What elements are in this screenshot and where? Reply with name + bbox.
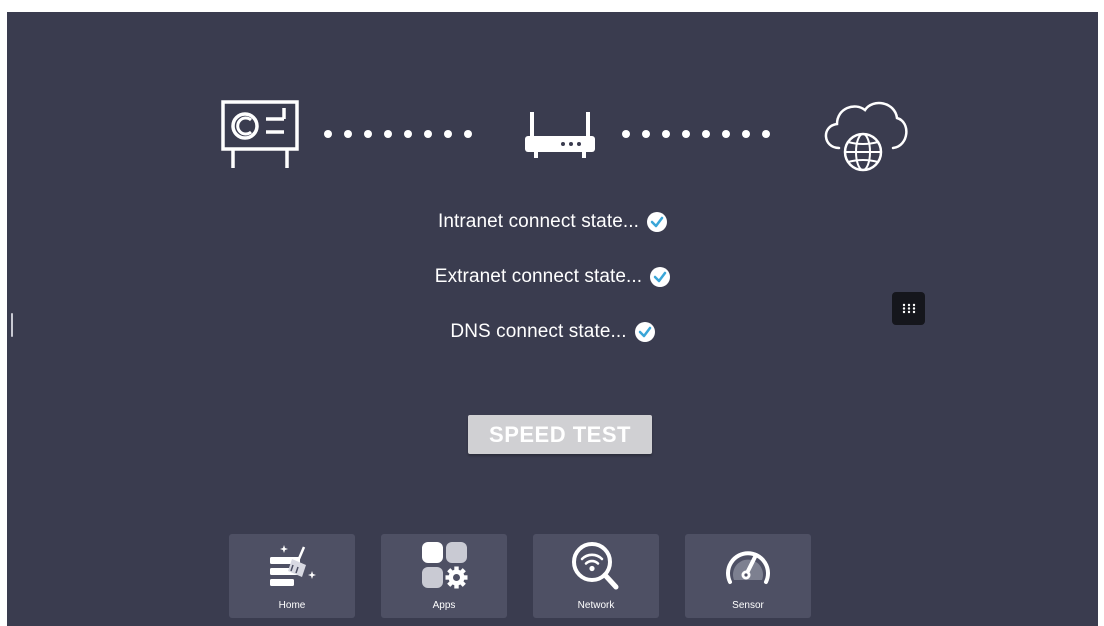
apps-gear-icon <box>422 542 468 589</box>
dot-grid-icon <box>902 303 915 314</box>
extranet-state-row: Extranet connect state... <box>7 265 1098 289</box>
router-icon <box>525 112 595 158</box>
network-diagnostic-screen: Intranet connect state... Extranet conne… <box>7 12 1098 626</box>
dock-label-sensor: Sensor <box>732 600 764 611</box>
floating-keypad-button[interactable] <box>892 292 925 325</box>
dock-item-home[interactable]: Home <box>229 534 355 618</box>
display-panel-icon <box>221 100 299 168</box>
dns-state-row: DNS connect state... <box>7 320 1098 344</box>
dock-label-network: Network <box>577 600 615 611</box>
check-circle-icon <box>650 267 671 287</box>
check-circle-icon <box>647 212 668 232</box>
connection-state-list: Intranet connect state... Extranet conne… <box>7 210 1098 375</box>
extranet-state-label: Extranet connect state... <box>434 266 643 287</box>
speed-test-button[interactable]: SPEED TEST <box>468 415 652 454</box>
dock-label-home: Home <box>278 600 306 611</box>
speedometer-icon <box>726 551 770 584</box>
dock-item-sensor[interactable]: Sensor <box>685 534 811 618</box>
intranet-state-label: Intranet connect state... <box>437 211 640 232</box>
dns-state-label: DNS connect state... <box>450 321 627 342</box>
intranet-state-row: Intranet connect state... <box>7 210 1098 234</box>
network-topology <box>7 12 1098 212</box>
connection-dots-left <box>324 130 472 138</box>
dock-item-network[interactable]: Network <box>533 534 659 618</box>
cleanup-broom-icon <box>270 545 316 586</box>
check-circle-icon <box>634 322 655 342</box>
dock-label-apps: Apps <box>432 600 456 611</box>
wifi-search-icon <box>572 542 619 590</box>
dock-item-apps[interactable]: Apps <box>381 534 507 618</box>
connection-dots-right <box>622 130 770 138</box>
bottom-dock: Home Apps Network Sensor <box>229 534 811 618</box>
cloud-globe-icon <box>824 101 908 172</box>
